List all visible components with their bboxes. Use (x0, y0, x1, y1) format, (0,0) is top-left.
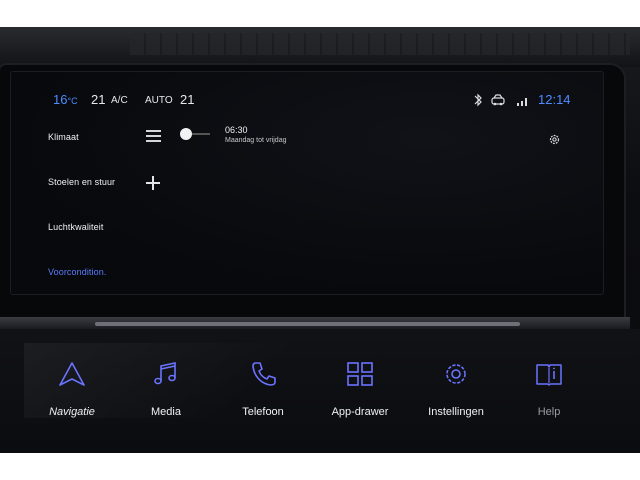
image-bottom-margin (0, 453, 640, 480)
add-icon[interactable] (146, 176, 160, 190)
fan-setting[interactable]: 21 (91, 92, 105, 107)
ac-label[interactable]: A/C (111, 95, 128, 106)
settings-gear-icon[interactable] (548, 133, 561, 146)
grid-icon (347, 362, 373, 386)
divider-slot (95, 322, 520, 326)
menu-item-stoelen-en-stuur[interactable]: Stoelen en stuur (48, 177, 115, 187)
nav-label-app-drawer: App-drawer (331, 406, 389, 418)
nav-label-media: Media (151, 406, 181, 418)
phone-icon (252, 362, 276, 386)
help-book-icon (536, 364, 562, 386)
toggle-knob (180, 128, 192, 140)
driver-temperature[interactable]: 16°C (53, 92, 78, 107)
bluetooth-icon (474, 93, 482, 107)
auto-label[interactable]: AUTO (145, 95, 173, 106)
car-connect-icon (491, 94, 505, 106)
gear-icon (446, 364, 466, 384)
panel-divider (0, 317, 630, 329)
dashboard-top (0, 27, 640, 67)
nav-label-navigatie: Navigatie (49, 406, 95, 418)
nav-button-help[interactable]: Help (503, 360, 595, 432)
menu-item-luchtkwaliteit[interactable]: Luchtkwaliteit (48, 222, 103, 232)
alarm-time: 06:30 (225, 125, 248, 135)
nav-button-instellingen[interactable]: Instellingen (410, 360, 502, 432)
music-note-icon (154, 362, 176, 385)
clock: 12:14 (538, 92, 571, 107)
nav-button-telefoon[interactable]: Telefoon (217, 360, 309, 432)
nav-label-instellingen: Instellingen (428, 406, 484, 418)
infotainment-screen: 16°C 21 A/C AUTO 21 12:14 Klimaat Stoele… (10, 71, 604, 295)
menu-item-klimaat[interactable]: Klimaat (48, 132, 79, 142)
alarm-toggle[interactable] (180, 128, 210, 140)
menu-item-voorcondition[interactable]: Voorcondition. (48, 267, 106, 277)
nav-button-media[interactable]: Media (120, 360, 212, 432)
alarm-days: Maandag tot vrijdag (225, 137, 287, 144)
hamburger-menu-icon[interactable] (146, 130, 161, 142)
nav-button-app-drawer[interactable]: App-drawer (314, 360, 406, 432)
nav-label-telefoon: Telefoon (242, 406, 284, 418)
signal-icon (517, 98, 527, 106)
nav-label-help: Help (537, 406, 561, 418)
status-bar: 16°C 21 A/C AUTO 21 12:14 (11, 68, 603, 108)
nav-button-navigatie[interactable]: Navigatie (26, 360, 118, 432)
passenger-temperature[interactable]: 21 (180, 92, 194, 107)
air-vent (130, 33, 630, 55)
navigation-arrow-icon (59, 362, 85, 386)
